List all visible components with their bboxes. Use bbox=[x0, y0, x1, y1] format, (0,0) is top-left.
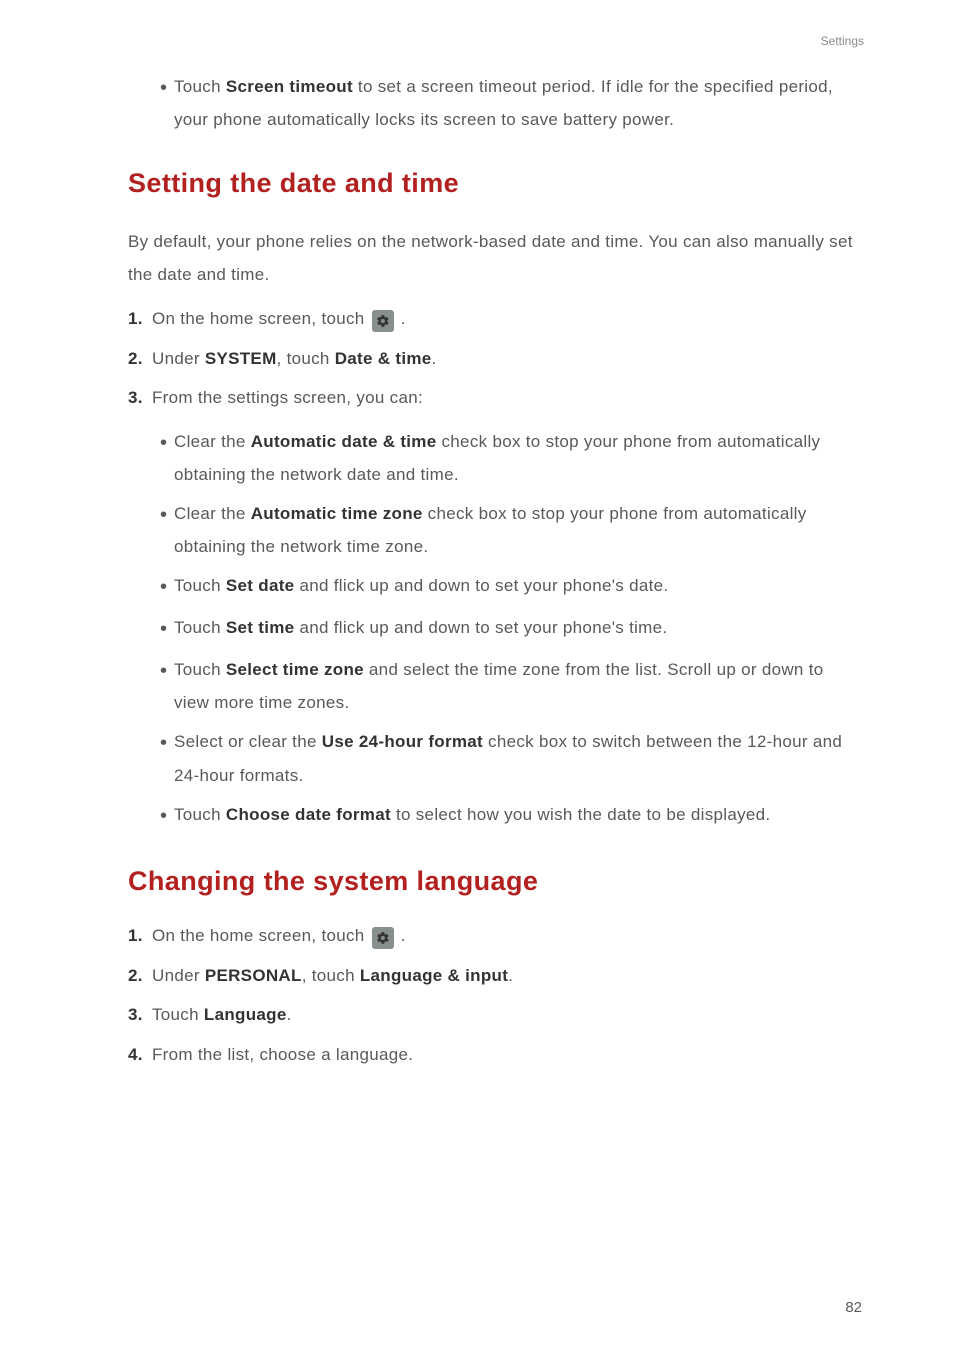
bold-text: Choose date format bbox=[226, 805, 391, 824]
bullet-marker: • bbox=[160, 611, 174, 647]
text-span: Under bbox=[152, 966, 205, 985]
numbered-step: 2. Under SYSTEM, touch Date & time. bbox=[128, 346, 859, 372]
settings-icon bbox=[372, 310, 394, 332]
bullet-marker: • bbox=[160, 497, 174, 563]
header-section-label: Settings bbox=[821, 34, 864, 48]
bullet-item: • Touch Set date and flick up and down t… bbox=[160, 569, 859, 605]
step-number: 3. bbox=[128, 385, 152, 411]
section-heading-language: Changing the system language bbox=[128, 866, 859, 897]
text-span: Clear the bbox=[174, 504, 251, 523]
sub-bullet-list: • Clear the Automatic date & time check … bbox=[128, 425, 859, 834]
text-span: and flick up and down to set your phone'… bbox=[294, 618, 667, 637]
step-text: From the list, choose a language. bbox=[152, 1042, 859, 1068]
text-span: Select or clear the bbox=[174, 732, 322, 751]
bold-text: Screen timeout bbox=[226, 77, 353, 96]
bold-text: Language bbox=[204, 1005, 287, 1024]
bullet-text: Touch Set date and flick up and down to … bbox=[174, 569, 859, 605]
page-number: 82 bbox=[845, 1299, 862, 1316]
step-text: From the settings screen, you can: bbox=[152, 385, 859, 411]
numbered-step: 1. On the home screen, touch . bbox=[128, 306, 859, 332]
step-number: 4. bbox=[128, 1042, 152, 1068]
text-span: Touch bbox=[174, 618, 226, 637]
bullet-text: Clear the Automatic time zone check box … bbox=[174, 497, 859, 563]
bold-text: Set time bbox=[226, 618, 295, 637]
step-number: 2. bbox=[128, 963, 152, 989]
bold-text: Use 24-hour format bbox=[322, 732, 483, 751]
bullet-marker: • bbox=[160, 70, 174, 136]
step-number: 1. bbox=[128, 306, 152, 332]
step-number: 2. bbox=[128, 346, 152, 372]
text-span: Touch bbox=[152, 1005, 204, 1024]
text-span: to select how you wish the date to be di… bbox=[391, 805, 770, 824]
document-page: Settings • Touch Screen timeout to set a… bbox=[0, 0, 954, 1352]
numbered-step: 4. From the list, choose a language. bbox=[128, 1042, 859, 1068]
text-span: Touch bbox=[174, 660, 226, 679]
bullet-item: • Clear the Automatic date & time check … bbox=[160, 425, 859, 491]
bold-text: Select time zone bbox=[226, 660, 364, 679]
text-span: . bbox=[401, 309, 406, 328]
bullet-item: • Clear the Automatic time zone check bo… bbox=[160, 497, 859, 563]
text-span: Touch bbox=[174, 77, 226, 96]
text-span: Clear the bbox=[174, 432, 251, 451]
bold-text: SYSTEM bbox=[205, 349, 277, 368]
bold-text: Date & time bbox=[335, 349, 432, 368]
step-text: On the home screen, touch . bbox=[152, 306, 859, 332]
step-number: 3. bbox=[128, 1002, 152, 1028]
text-span: , touch bbox=[277, 349, 335, 368]
bullet-item: • Select or clear the Use 24-hour format… bbox=[160, 725, 859, 791]
bullet-text: Touch Set time and flick up and down to … bbox=[174, 611, 859, 647]
bold-text: Set date bbox=[226, 576, 295, 595]
text-span: Touch bbox=[174, 576, 226, 595]
step-text: Under SYSTEM, touch Date & time. bbox=[152, 346, 859, 372]
bold-text: Automatic time zone bbox=[251, 504, 423, 523]
bullet-item: • Touch Set time and flick up and down t… bbox=[160, 611, 859, 647]
bullet-marker: • bbox=[160, 569, 174, 605]
text-span: On the home screen, touch bbox=[152, 926, 370, 945]
numbered-step: 2. Under PERSONAL, touch Language & inpu… bbox=[128, 963, 859, 989]
section-intro: By default, your phone relies on the net… bbox=[128, 225, 859, 291]
text-span: Touch bbox=[174, 805, 226, 824]
section-heading-date-time: Setting the date and time bbox=[128, 168, 859, 199]
numbered-step: 3. Touch Language. bbox=[128, 1002, 859, 1028]
bullet-marker: • bbox=[160, 725, 174, 791]
text-span: . bbox=[401, 926, 406, 945]
step-text: Touch Language. bbox=[152, 1002, 859, 1028]
bold-text: Language & input bbox=[360, 966, 508, 985]
step-text: Under PERSONAL, touch Language & input. bbox=[152, 963, 859, 989]
bullet-marker: • bbox=[160, 653, 174, 719]
bullet-text: Touch Screen timeout to set a screen tim… bbox=[174, 70, 859, 136]
text-span: , touch bbox=[302, 966, 360, 985]
text-span: On the home screen, touch bbox=[152, 309, 370, 328]
text-span: . bbox=[508, 966, 513, 985]
numbered-step: 1. On the home screen, touch . bbox=[128, 923, 859, 949]
text-span: and flick up and down to set your phone'… bbox=[294, 576, 668, 595]
bullet-item: • Touch Choose date format to select how… bbox=[160, 798, 859, 834]
bullet-item: • Touch Screen timeout to set a screen t… bbox=[160, 70, 859, 136]
bullet-marker: • bbox=[160, 425, 174, 491]
bullet-text: Touch Select time zone and select the ti… bbox=[174, 653, 859, 719]
bullet-text: Touch Choose date format to select how y… bbox=[174, 798, 859, 834]
text-span: Under bbox=[152, 349, 205, 368]
settings-icon bbox=[372, 927, 394, 949]
step-number: 1. bbox=[128, 923, 152, 949]
text-span: . bbox=[287, 1005, 292, 1024]
bold-text: Automatic date & time bbox=[251, 432, 437, 451]
bold-text: PERSONAL bbox=[205, 966, 302, 985]
bullet-text: Clear the Automatic date & time check bo… bbox=[174, 425, 859, 491]
bullet-marker: • bbox=[160, 798, 174, 834]
text-span: . bbox=[432, 349, 437, 368]
bullet-item: • Touch Select time zone and select the … bbox=[160, 653, 859, 719]
step-text: On the home screen, touch . bbox=[152, 923, 859, 949]
bullet-text: Select or clear the Use 24-hour format c… bbox=[174, 725, 859, 791]
numbered-step: 3. From the settings screen, you can: bbox=[128, 385, 859, 411]
